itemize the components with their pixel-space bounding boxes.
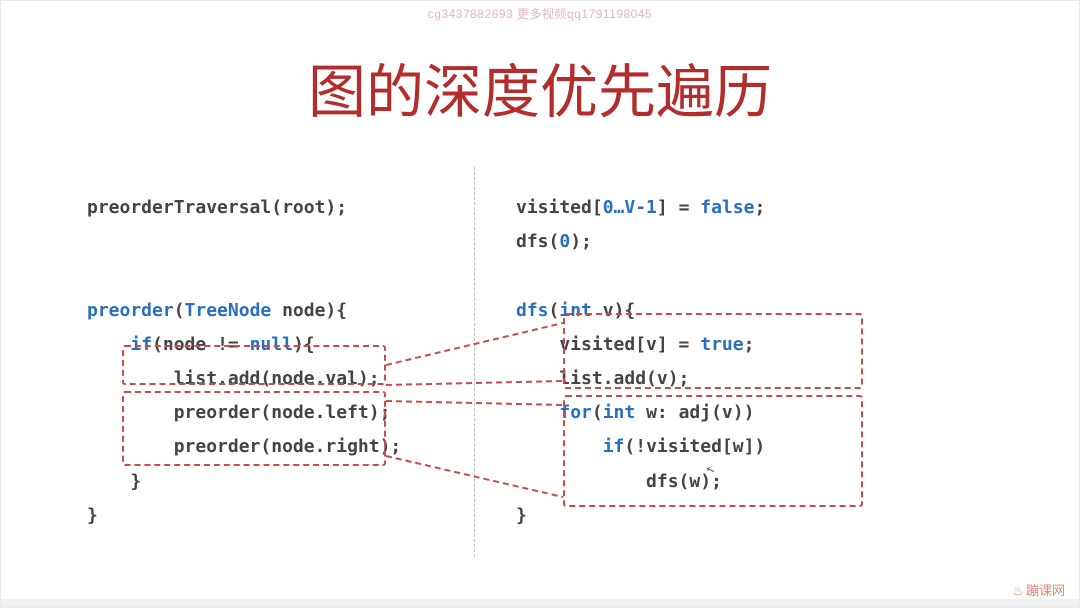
code-token (516, 402, 559, 423)
watermark-bottom-right: ♨蹦课网 (1012, 580, 1065, 599)
code-token: ] = (657, 197, 700, 218)
code-line: } (516, 505, 527, 526)
watermark-top: cg3437882693 更多视频qq1791198045 (1, 5, 1079, 22)
highlight-box-right-1 (563, 313, 863, 389)
code-token: ; (754, 197, 765, 218)
code-line: preorderTraversal(root); (87, 197, 347, 218)
bottom-bar (1, 599, 1079, 607)
code-token: ); (570, 231, 592, 252)
code-token: dfs( (516, 231, 559, 252)
code-token: 0…V-1 (603, 197, 657, 218)
code-token: ( (174, 300, 185, 321)
code-token: ( (549, 300, 560, 321)
code-token: false (700, 197, 754, 218)
code-token: 0 (559, 231, 570, 252)
slide-title: 图的深度优先遍历 (1, 45, 1079, 129)
highlight-box-left-2 (122, 391, 386, 466)
code-token: dfs (516, 300, 549, 321)
highlight-box-left-1 (122, 345, 386, 385)
code-token: visited[ (516, 197, 603, 218)
flame-icon: ♨ (1012, 583, 1024, 598)
code-token: preorder (87, 300, 174, 321)
highlight-box-right-2 (563, 395, 863, 507)
code-line: } (87, 505, 98, 526)
code-token: TreeNode (185, 300, 272, 321)
vertical-divider (474, 167, 475, 557)
watermark-text: 蹦课网 (1026, 583, 1065, 598)
slide-page: cg3437882693 更多视频qq1791198045 图的深度优先遍历 p… (0, 0, 1080, 608)
code-token: node){ (271, 300, 347, 321)
code-line: } (87, 471, 141, 492)
